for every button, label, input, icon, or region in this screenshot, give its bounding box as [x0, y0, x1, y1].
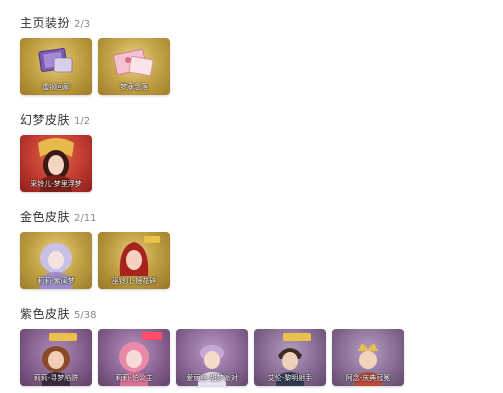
section-home-decoration: 主页装扮 2/3 虚钢回廊 梦寐念落 — [20, 14, 176, 95]
skin-card-label: 阿念-庆典冠冕 — [345, 374, 391, 382]
section-title: 金色皮肤 2/11 — [20, 208, 176, 224]
section-title: 主页装扮 2/3 — [20, 14, 176, 30]
skin-card[interactable]: 虚钢回廊 — [20, 38, 92, 95]
skin-card-label: 莉莉-怕公主 — [115, 374, 153, 382]
skin-card[interactable]: 巫铃儿-镜花碎 — [98, 232, 170, 289]
item-grid: 莉莉-寻梦陷阱 莉莉-怕公主 爱丽丝-甜梦派对 艾伦-黎明射手 阿念-庆典冠冕 — [20, 329, 410, 386]
item-grid: 采铃儿-梦里浮梦 — [20, 135, 98, 192]
skin-card-label: 莉莉-寻梦陷阱 — [33, 374, 79, 382]
section-name: 主页装扮 — [20, 16, 71, 30]
skin-card-label: 巫铃儿-镜花碎 — [111, 277, 157, 285]
skin-card-label: 爱丽丝-甜梦派对 — [186, 374, 238, 382]
skin-card-label: 莉莉-紫闺梦 — [37, 277, 75, 285]
skin-card[interactable]: 莉莉-寻梦陷阱 — [20, 329, 92, 386]
skin-card[interactable]: 采铃儿-梦里浮梦 — [20, 135, 92, 192]
section-dream-skins: 幻梦皮肤 1/2 采铃儿-梦里浮梦 — [20, 111, 98, 192]
skin-card-label: 虚钢回廊 — [42, 83, 70, 91]
section-title: 幻梦皮肤 1/2 — [20, 111, 98, 127]
section-count: 1/2 — [74, 116, 91, 127]
skin-card[interactable]: 艾伦-黎明射手 — [254, 329, 326, 386]
skin-card-label: 艾伦-黎明射手 — [267, 374, 313, 382]
section-purple-skins: 紫色皮肤 5/38 莉莉-寻梦陷阱 莉莉-怕公主 爱丽丝-甜梦派对 艾伦-黎明射… — [20, 305, 410, 386]
section-title: 紫色皮肤 5/38 — [20, 305, 410, 321]
section-name: 幻梦皮肤 — [20, 113, 71, 127]
skin-card[interactable]: 莉莉-怕公主 — [98, 329, 170, 386]
section-name: 紫色皮肤 — [20, 307, 71, 321]
skin-card[interactable]: 爱丽丝-甜梦派对 — [176, 329, 248, 386]
item-grid: 莉莉-紫闺梦 巫铃儿-镜花碎 — [20, 232, 176, 289]
section-count: 2/11 — [74, 213, 97, 224]
skin-card[interactable]: 梦寐念落 — [98, 38, 170, 95]
skin-card-label: 采铃儿-梦里浮梦 — [30, 180, 82, 188]
skin-card[interactable]: 阿念-庆典冠冕 — [332, 329, 404, 386]
section-count: 5/38 — [74, 310, 97, 321]
skin-card-label: 梦寐念落 — [120, 83, 148, 91]
section-gold-skins: 金色皮肤 2/11 莉莉-紫闺梦 巫铃儿-镜花碎 — [20, 208, 176, 289]
item-grid: 虚钢回廊 梦寐念落 — [20, 38, 176, 95]
skin-card[interactable]: 莉莉-紫闺梦 — [20, 232, 92, 289]
section-count: 2/3 — [74, 19, 91, 30]
section-name: 金色皮肤 — [20, 210, 71, 224]
